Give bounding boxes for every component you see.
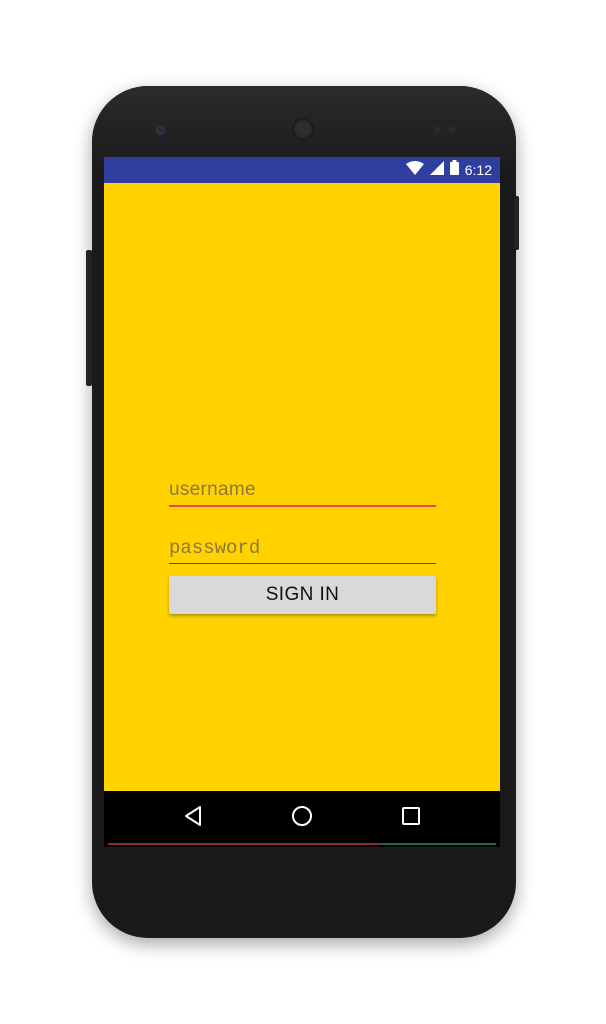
- power-button: [514, 196, 519, 250]
- volume-button: [86, 250, 92, 386]
- wifi-icon: [405, 160, 424, 180]
- earpiece-speaker: [292, 118, 314, 140]
- navigation-bar: [104, 791, 500, 841]
- sign-in-button[interactable]: SIGN IN: [169, 576, 436, 614]
- nav-accent-left: [108, 843, 382, 845]
- username-field: [169, 475, 436, 509]
- phone-screen: 6:12 SIGN IN: [104, 157, 500, 847]
- proximity-sensor: [434, 126, 441, 133]
- nav-accent-right: [382, 843, 496, 845]
- recents-button[interactable]: [381, 791, 441, 841]
- front-camera: [156, 126, 165, 135]
- light-sensor: [448, 126, 455, 133]
- cell-signal-icon: [429, 160, 444, 180]
- password-underline: [169, 563, 436, 564]
- home-button[interactable]: [272, 791, 332, 841]
- status-time: 6:12: [464, 162, 492, 178]
- back-button[interactable]: [163, 791, 223, 841]
- recents-icon: [402, 807, 420, 825]
- home-icon: [292, 806, 312, 826]
- battery-icon: [449, 160, 459, 180]
- password-input[interactable]: [169, 533, 436, 563]
- status-bar: 6:12: [104, 157, 500, 183]
- status-icons: 6:12: [405, 157, 492, 183]
- username-underline: [169, 505, 436, 507]
- password-field: [169, 533, 436, 567]
- username-input[interactable]: [169, 475, 436, 505]
- back-icon: [185, 806, 201, 826]
- login-screen: SIGN IN: [104, 183, 500, 791]
